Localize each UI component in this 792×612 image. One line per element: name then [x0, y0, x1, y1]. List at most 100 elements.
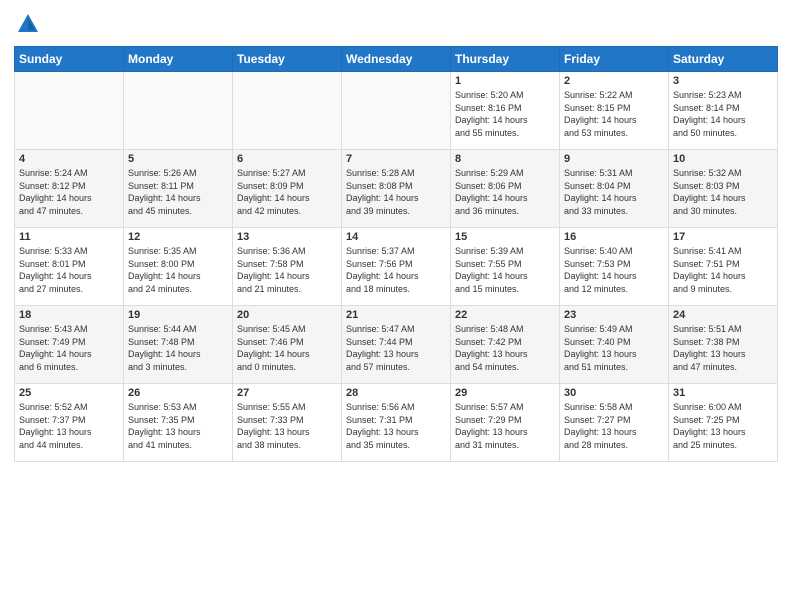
day-number: 4 — [19, 153, 119, 165]
cell-text: Sunrise: 5:20 AM Sunset: 8:16 PM Dayligh… — [455, 89, 555, 139]
cell-text: Sunrise: 5:44 AM Sunset: 7:48 PM Dayligh… — [128, 323, 228, 373]
day-number: 7 — [346, 153, 446, 165]
week-row-3: 11 Sunrise: 5:33 AM Sunset: 8:01 PM Dayli… — [15, 228, 778, 306]
cell-text: Sunrise: 5:55 AM Sunset: 7:33 PM Dayligh… — [237, 401, 337, 451]
cell-text: Sunrise: 5:24 AM Sunset: 8:12 PM Dayligh… — [19, 167, 119, 217]
calendar-cell — [233, 72, 342, 150]
week-row-2: 4 Sunrise: 5:24 AM Sunset: 8:12 PM Daylig… — [15, 150, 778, 228]
day-number: 8 — [455, 153, 555, 165]
cell-text: Sunrise: 5:57 AM Sunset: 7:29 PM Dayligh… — [455, 401, 555, 451]
calendar-cell: 28 Sunrise: 5:56 AM Sunset: 7:31 PM Dayli… — [342, 384, 451, 462]
cell-text: Sunrise: 5:37 AM Sunset: 7:56 PM Dayligh… — [346, 245, 446, 295]
cell-text: Sunrise: 5:39 AM Sunset: 7:55 PM Dayligh… — [455, 245, 555, 295]
week-row-4: 18 Sunrise: 5:43 AM Sunset: 7:49 PM Dayli… — [15, 306, 778, 384]
day-number: 22 — [455, 309, 555, 321]
day-header-tuesday: Tuesday — [233, 47, 342, 72]
day-number: 14 — [346, 231, 446, 243]
day-number: 3 — [673, 75, 773, 87]
calendar-cell: 17 Sunrise: 5:41 AM Sunset: 7:51 PM Dayli… — [669, 228, 778, 306]
day-header-monday: Monday — [124, 47, 233, 72]
cell-text: Sunrise: 5:52 AM Sunset: 7:37 PM Dayligh… — [19, 401, 119, 451]
week-row-1: 1 Sunrise: 5:20 AM Sunset: 8:16 PM Daylig… — [15, 72, 778, 150]
calendar-cell: 26Sunrise: 5:53 AM Sunset: 7:35 PM Dayli… — [124, 384, 233, 462]
cell-text: Sunrise: 5:31 AM Sunset: 8:04 PM Dayligh… — [564, 167, 664, 217]
logo — [14, 10, 46, 38]
day-number: 5 — [128, 153, 228, 165]
cell-text: Sunrise: 5:43 AM Sunset: 7:49 PM Dayligh… — [19, 323, 119, 373]
cell-text: Sunrise: 5:23 AM Sunset: 8:14 PM Dayligh… — [673, 89, 773, 139]
calendar-cell — [15, 72, 124, 150]
calendar-cell: 20Sunrise: 5:45 AM Sunset: 7:46 PM Dayli… — [233, 306, 342, 384]
calendar-cell: 25Sunrise: 5:52 AM Sunset: 7:37 PM Dayli… — [15, 384, 124, 462]
calendar-cell — [124, 72, 233, 150]
header-row: SundayMondayTuesdayWednesdayThursdayFrid… — [15, 47, 778, 72]
calendar-cell — [342, 72, 451, 150]
calendar-cell: 2 Sunrise: 5:22 AM Sunset: 8:15 PM Daylig… — [560, 72, 669, 150]
day-number: 18 — [19, 309, 119, 321]
day-number: 16 — [564, 231, 664, 243]
day-header-wednesday: Wednesday — [342, 47, 451, 72]
day-number: 12 — [128, 231, 228, 243]
day-number: 23 — [564, 309, 664, 321]
day-header-thursday: Thursday — [451, 47, 560, 72]
calendar-cell: 14 Sunrise: 5:37 AM Sunset: 7:56 PM Dayli… — [342, 228, 451, 306]
cell-text: Sunrise: 5:56 AM Sunset: 7:31 PM Dayligh… — [346, 401, 446, 451]
cell-text: Sunrise: 5:41 AM Sunset: 7:51 PM Dayligh… — [673, 245, 773, 295]
calendar-table: SundayMondayTuesdayWednesdayThursdayFrid… — [14, 46, 778, 462]
day-number: 17 — [673, 231, 773, 243]
day-header-friday: Friday — [560, 47, 669, 72]
cell-text: Sunrise: 5:27 AM Sunset: 8:09 PM Dayligh… — [237, 167, 337, 217]
cell-text: Sunrise: 5:33 AM Sunset: 8:01 PM Dayligh… — [19, 245, 119, 295]
calendar-cell: 31 Sunrise: 6:00 AM Sunset: 7:25 PM Dayli… — [669, 384, 778, 462]
day-number: 19 — [128, 309, 228, 321]
calendar-cell: 21 Sunrise: 5:47 AM Sunset: 7:44 PM Dayli… — [342, 306, 451, 384]
day-number: 2 — [564, 75, 664, 87]
cell-text: Sunrise: 5:40 AM Sunset: 7:53 PM Dayligh… — [564, 245, 664, 295]
calendar-cell: 24 Sunrise: 5:51 AM Sunset: 7:38 PM Dayli… — [669, 306, 778, 384]
calendar-header: SundayMondayTuesdayWednesdayThursdayFrid… — [15, 47, 778, 72]
calendar-cell: 18 Sunrise: 5:43 AM Sunset: 7:49 PM Dayli… — [15, 306, 124, 384]
calendar-cell: 29Sunrise: 5:57 AM Sunset: 7:29 PM Dayli… — [451, 384, 560, 462]
calendar-cell: 30Sunrise: 5:58 AM Sunset: 7:27 PM Dayli… — [560, 384, 669, 462]
calendar-cell: 3 Sunrise: 5:23 AM Sunset: 8:14 PM Daylig… — [669, 72, 778, 150]
day-number: 27 — [237, 387, 337, 399]
day-number: 30 — [564, 387, 664, 399]
logo-icon — [14, 10, 42, 38]
day-number: 10 — [673, 153, 773, 165]
cell-text: Sunrise: 5:45 AM Sunset: 7:46 PM Dayligh… — [237, 323, 337, 373]
calendar-body: 1 Sunrise: 5:20 AM Sunset: 8:16 PM Daylig… — [15, 72, 778, 462]
cell-text: Sunrise: 5:36 AM Sunset: 7:58 PM Dayligh… — [237, 245, 337, 295]
calendar-cell: 7 Sunrise: 5:28 AM Sunset: 8:08 PM Daylig… — [342, 150, 451, 228]
day-number: 11 — [19, 231, 119, 243]
cell-text: Sunrise: 5:28 AM Sunset: 8:08 PM Dayligh… — [346, 167, 446, 217]
cell-text: Sunrise: 5:32 AM Sunset: 8:03 PM Dayligh… — [673, 167, 773, 217]
calendar-cell: 4 Sunrise: 5:24 AM Sunset: 8:12 PM Daylig… — [15, 150, 124, 228]
calendar-cell: 6Sunrise: 5:27 AM Sunset: 8:09 PM Daylig… — [233, 150, 342, 228]
day-number: 28 — [346, 387, 446, 399]
cell-text: Sunrise: 5:48 AM Sunset: 7:42 PM Dayligh… — [455, 323, 555, 373]
cell-text: Sunrise: 5:53 AM Sunset: 7:35 PM Dayligh… — [128, 401, 228, 451]
day-number: 15 — [455, 231, 555, 243]
calendar-cell: 27 Sunrise: 5:55 AM Sunset: 7:33 PM Dayli… — [233, 384, 342, 462]
cell-text: Sunrise: 6:00 AM Sunset: 7:25 PM Dayligh… — [673, 401, 773, 451]
cell-text: Sunrise: 5:51 AM Sunset: 7:38 PM Dayligh… — [673, 323, 773, 373]
cell-text: Sunrise: 5:47 AM Sunset: 7:44 PM Dayligh… — [346, 323, 446, 373]
calendar-cell: 22 Sunrise: 5:48 AM Sunset: 7:42 PM Dayli… — [451, 306, 560, 384]
cell-text: Sunrise: 5:22 AM Sunset: 8:15 PM Dayligh… — [564, 89, 664, 139]
calendar-cell: 10 Sunrise: 5:32 AM Sunset: 8:03 PM Dayli… — [669, 150, 778, 228]
day-number: 1 — [455, 75, 555, 87]
calendar-cell: 11 Sunrise: 5:33 AM Sunset: 8:01 PM Dayli… — [15, 228, 124, 306]
calendar-cell: 16 Sunrise: 5:40 AM Sunset: 7:53 PM Dayli… — [560, 228, 669, 306]
cell-text: Sunrise: 5:35 AM Sunset: 8:00 PM Dayligh… — [128, 245, 228, 295]
calendar-cell: 8Sunrise: 5:29 AM Sunset: 8:06 PM Daylig… — [451, 150, 560, 228]
day-number: 31 — [673, 387, 773, 399]
calendar-cell: 9Sunrise: 5:31 AM Sunset: 8:04 PM Daylig… — [560, 150, 669, 228]
calendar-cell: 1 Sunrise: 5:20 AM Sunset: 8:16 PM Daylig… — [451, 72, 560, 150]
day-number: 24 — [673, 309, 773, 321]
day-number: 21 — [346, 309, 446, 321]
calendar-cell: 15 Sunrise: 5:39 AM Sunset: 7:55 PM Dayli… — [451, 228, 560, 306]
calendar-cell: 13Sunrise: 5:36 AM Sunset: 7:58 PM Dayli… — [233, 228, 342, 306]
day-header-saturday: Saturday — [669, 47, 778, 72]
page: SundayMondayTuesdayWednesdayThursdayFrid… — [0, 0, 792, 612]
calendar-cell: 5Sunrise: 5:26 AM Sunset: 8:11 PM Daylig… — [124, 150, 233, 228]
